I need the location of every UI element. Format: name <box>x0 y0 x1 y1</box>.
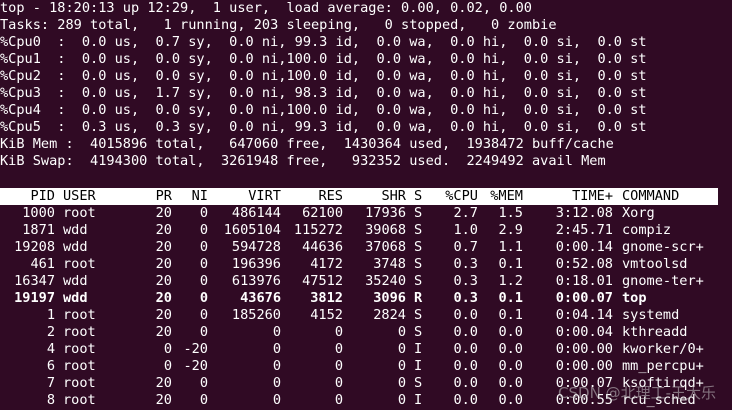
table-row: 6 root 0 -20 0 0 0 I 0.0 0.0 0:00.00 mm_percpu+ <box>0 358 732 375</box>
summary-line: KiB Mem : 4015896 total, 647060 free, 14… <box>0 136 614 152</box>
cell-time: 0:00.00 <box>555 341 613 357</box>
summary-line: %Cpu3 : 0.0 us, 1.7 sy, 0.0 ni, 98.3 id,… <box>0 85 647 101</box>
table-row: 19208 wdd 20 0 594728 44636 37068 S 0.7 1.1 0:00.1… <box>0 239 732 256</box>
column-header: PID <box>30 188 55 204</box>
cell-pid: 19197 <box>14 290 55 306</box>
cell-pid: 1871 <box>22 222 55 238</box>
cell-cmd: mm_percpu+ <box>622 358 704 374</box>
cell-cmd: top <box>622 290 647 306</box>
summary-line: %Cpu4 : 0.0 us, 0.0 sy, 0.0 ni,100.0 id,… <box>0 102 647 118</box>
summary-line: %Cpu1 : 0.0 us, 0.0 sy, 0.0 ni,100.0 id,… <box>0 51 647 67</box>
cell-time: 0:00.00 <box>555 358 613 374</box>
cell-pid: 4 <box>46 341 55 357</box>
table-row: 4 root 0 -20 0 0 0 I 0.0 0.0 0:00.00 kworker/0+ <box>0 341 732 358</box>
summary-line: top - 18:20:13 up 12:29, 1 user, load av… <box>0 0 532 16</box>
summary-line: %Cpu0 : 0.0 us, 0.7 sy, 0.0 ni, 99.3 id,… <box>0 34 647 50</box>
cell-pid: 1 <box>46 307 55 323</box>
summary-line: %Cpu2 : 0.0 us, 0.0 sy, 0.0 ni,100.0 id,… <box>0 68 647 84</box>
cell-time: 0:04.14 <box>555 307 613 323</box>
cell-time: 0:52.08 <box>555 256 613 272</box>
cell-cmd: kworker/0+ <box>622 341 704 357</box>
cell-time: 0:00.14 <box>555 239 613 255</box>
column-header: COMMAND <box>622 188 680 204</box>
cell-cmd: gnome-scr+ <box>622 239 704 255</box>
watermark: CSDN @北理工-王大乐 <box>558 384 716 402</box>
summary-line: KiB Swap: 4194300 total, 3261948 free, 9… <box>0 153 606 169</box>
cell-cmd: Xorg <box>622 205 655 221</box>
cell-time: 0:18.01 <box>555 273 613 289</box>
cell-pid: 8 <box>46 392 55 408</box>
table-row: 19197 wdd 20 0 43676 3812 3096 R 0.3 0.1 0:00.07 to… <box>0 290 732 307</box>
cell-time: 3:12.08 <box>555 205 613 221</box>
table-row: 461 root 20 0 196396 4172 3748 S 0.3 0.1 0:52.08 vm… <box>0 256 732 273</box>
summary-line: %Cpu5 : 0.3 us, 0.3 sy, 0.0 ni, 99.3 id,… <box>0 119 647 135</box>
cell-cmd: vmtoolsd <box>622 256 688 272</box>
cell-pid: 6 <box>46 358 55 374</box>
cell-cmd: gnome-ter+ <box>622 273 704 289</box>
cell-pid: 19208 <box>14 239 55 255</box>
cell-cmd: compiz <box>622 222 672 238</box>
summary-line: Tasks: 289 total, 1 running, 203 sleepin… <box>0 17 557 33</box>
cell-time: 0:00.07 <box>555 290 613 306</box>
cell-pid: 461 <box>30 256 55 272</box>
cell-time: 2:45.71 <box>555 222 613 238</box>
table-row: 1 root 20 0 185260 4152 2824 S 0.0 0.1 0:04.14 syst… <box>0 307 732 324</box>
table-row: 1000 root 20 0 486144 62100 17936 S 2.7 1.5 3:12.0… <box>0 205 732 222</box>
cell-pid: 16347 <box>14 273 55 289</box>
cell-pid: 2 <box>46 324 55 340</box>
column-header: TIME+ <box>572 188 613 204</box>
table-row: 16347 wdd 20 0 613976 47512 35240 S 0.3 1.2 0:18.0… <box>0 273 732 290</box>
cell-pid: 1000 <box>22 205 55 221</box>
cell-cmd: kthreadd <box>622 324 688 340</box>
cell-cmd: systemd <box>622 307 680 323</box>
cell-time: 0:00.04 <box>555 324 613 340</box>
cell-pid: 7 <box>46 375 55 391</box>
table-row: 1871 wdd 20 0 1605104 115272 39068 S 1.0 2.9 2:45.… <box>0 222 732 239</box>
table-row: 2 root 20 0 0 0 0 S 0.0 0.0 0:00.04 kthreadd <box>0 324 732 341</box>
terminal-window[interactable]: top - 18:20:13 up 12:29, 1 user, load av… <box>0 0 732 410</box>
